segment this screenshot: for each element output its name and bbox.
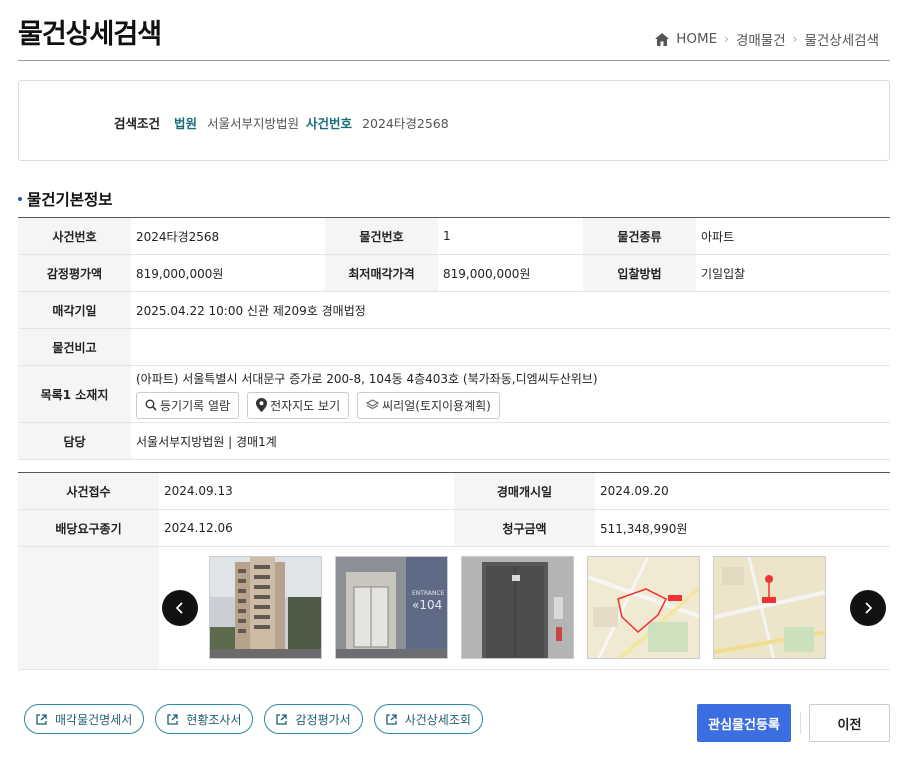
land-use-button[interactable]: 씨리얼(토지이용계획) [357, 391, 500, 419]
search-label: 검색조건 [114, 116, 161, 131]
charge-label: 담당 [18, 422, 131, 460]
bullet-icon [18, 197, 22, 201]
title-divider [18, 60, 890, 61]
photo-label-cell [18, 546, 159, 670]
photo-map-1[interactable] [587, 556, 700, 659]
table-row: 담당 서울서부지방법원 | 경매1계 [18, 422, 890, 460]
item-type: 아파트 [696, 217, 890, 255]
receipt-label: 사건접수 [18, 472, 159, 510]
svg-text:«104: «104 [412, 598, 442, 612]
photo-building[interactable] [209, 556, 322, 659]
table-row: 사건접수 2024.09.13 경매개시일 2024.09.20 [18, 472, 890, 510]
start: 2024.09.20 [595, 472, 890, 510]
breadcrumb-level2[interactable]: 물건상세검색 [804, 29, 879, 49]
table-row: 배당요구종기 2024.12.06 청구금액 511,348,990원 [18, 509, 890, 547]
table-row: 사건번호 2024타경2568 물건번호 1 물건종류 아파트 [18, 217, 890, 255]
add-favorite-button[interactable]: 관심물건등록 [697, 704, 791, 742]
breadcrumb-home[interactable]: HOME [676, 31, 717, 47]
table-row: 목록1 소재지 (아파트) 서울특별시 서대문구 증가로 200-8, 104동… [18, 365, 890, 423]
breadcrumb: HOME › 경매물건 › 물건상세검색 [655, 29, 879, 49]
min-price: 819,000,000원 [438, 254, 583, 292]
item-no: 1 [438, 217, 583, 255]
map-button[interactable]: 전자지도 보기 [247, 391, 350, 419]
start-label: 경매개시일 [454, 472, 595, 510]
search-conditions: 검색조건 법원 서울서부지방법원 사건번호 2024타경2568 [18, 80, 890, 161]
map-pin-icon [256, 398, 268, 412]
case-no-label: 사건번호 [18, 217, 131, 255]
court-key: 법원 [174, 116, 198, 131]
dividend: 2024.12.06 [159, 509, 454, 547]
item-no-label: 물건번호 [325, 217, 438, 255]
sale-statement-button[interactable]: 매각물건명세서 [24, 704, 145, 734]
case-detail-button[interactable]: 사건상세조회 [373, 704, 483, 734]
document-links: 매각물건명세서 현황조사서 감정평가서 사건상세조회 [24, 704, 483, 734]
photo-entrance[interactable]: ENTRANCE «104 [335, 556, 448, 659]
chevron-right-icon: › [724, 32, 729, 46]
case-no: 2024타경2568 [131, 217, 325, 255]
sale-date-label: 매각기일 [18, 291, 131, 329]
appraisal-report-button[interactable]: 감정평가서 [264, 704, 363, 734]
registry-button[interactable]: 등기기록 열람 [136, 391, 240, 419]
external-link-icon [276, 713, 288, 725]
appraisal-label: 감정평가액 [18, 254, 131, 292]
appraisal: 819,000,000원 [131, 254, 325, 292]
bid-method-label: 입찰방법 [583, 254, 696, 292]
search-icon [145, 399, 157, 411]
case-info-table: 사건접수 2024.09.13 경매개시일 2024.09.20 배당요구종기 … [18, 472, 890, 670]
location-label: 목록1 소재지 [18, 365, 131, 423]
receipt: 2024.09.13 [159, 472, 454, 510]
svg-text:ENTRANCE: ENTRANCE [412, 590, 445, 597]
photo-map-2[interactable] [713, 556, 826, 659]
claim-label: 청구금액 [454, 509, 595, 547]
chevron-right-icon[interactable] [850, 590, 886, 626]
case-key: 사건번호 [306, 116, 353, 131]
page-title: 물건상세검색 [18, 19, 162, 50]
charge: 서울서부지방법원 | 경매1계 [131, 422, 890, 460]
external-link-icon [36, 713, 47, 725]
chevron-left-icon[interactable] [162, 590, 198, 626]
chevron-right-icon: › [792, 32, 798, 46]
min-price-label: 최저매각가격 [325, 254, 438, 292]
claim: 511,348,990원 [595, 509, 890, 547]
table-row: 매각기일 2025.04.22 10:00 신관 제209호 경매법정 [18, 291, 890, 329]
section-title: 물건기본정보 [18, 188, 113, 210]
external-link-icon [386, 713, 397, 725]
bid-method: 기일입찰 [696, 254, 890, 292]
note-label: 물건비고 [18, 328, 131, 366]
external-link-icon [167, 713, 178, 725]
button-divider [800, 712, 801, 734]
photo-elevator[interactable] [461, 556, 574, 659]
layers-icon [366, 399, 380, 410]
sale-date: 2025.04.22 10:00 신관 제209호 경매법정 [131, 291, 890, 329]
case-value: 2024타경2568 [362, 116, 449, 131]
status-report-button[interactable]: 현황조사서 [155, 704, 254, 734]
table-row: 물건비고 [18, 328, 890, 366]
dividend-label: 배당요구종기 [18, 509, 159, 547]
table-row: ENTRANCE «104 [18, 546, 890, 670]
location-address: (아파트) 서울특별시 서대문구 증가로 200-8, 104동 4층403호 … [136, 371, 598, 386]
court-value: 서울서부지방법원 [207, 116, 300, 131]
photo-gallery: ENTRANCE «104 [159, 547, 890, 669]
home-icon [655, 32, 670, 46]
breadcrumb-level1[interactable]: 경매물건 [736, 29, 786, 49]
back-button[interactable]: 이전 [809, 704, 890, 742]
note [131, 328, 890, 366]
item-type-label: 물건종류 [583, 217, 696, 255]
table-row: 감정평가액 819,000,000원 최저매각가격 819,000,000원 입… [18, 254, 890, 292]
basic-info-table: 사건번호 2024타경2568 물건번호 1 물건종류 아파트 감정평가액 81… [18, 217, 890, 460]
